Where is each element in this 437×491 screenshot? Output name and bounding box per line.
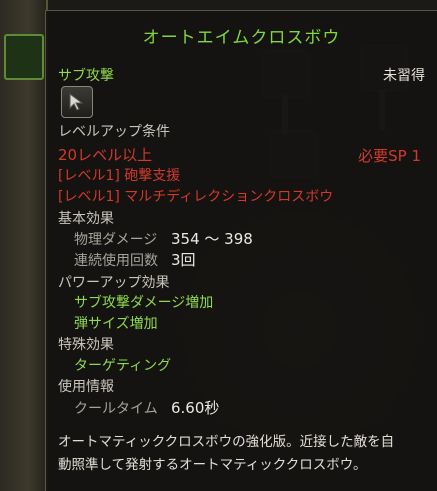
prerequisite-skill: [レベル1] 砲撃支援 xyxy=(58,168,181,184)
count-label: 連続使用回数 xyxy=(74,253,158,269)
description-line: オートマティッククロスボウの強化版。近接した敵を自 xyxy=(58,434,395,450)
skill-title: オートエイムクロスボウ xyxy=(142,28,341,48)
special-effect-header: 特殊効果 xyxy=(58,337,114,353)
cooldown-value: 6.60秒 xyxy=(171,399,220,417)
skill-description: オートマティッククロスボウの強化版。近接した敵を自 動照準して発射するオートマテ… xyxy=(58,431,428,477)
cooldown-label: クールタイム xyxy=(74,401,158,417)
skill-slot-icon[interactable] xyxy=(4,34,44,80)
prerequisite-skill: [レベル1] マルチディレクションクロスボウ xyxy=(58,189,334,205)
damage-value: 354 ～ 398 xyxy=(171,230,253,248)
description-line: 動照準して発射するオートマティッククロスボウ。 xyxy=(58,457,367,473)
special-effect-item: ターゲティング xyxy=(74,358,172,374)
crossbow-cursor-icon xyxy=(61,86,93,118)
levelup-header: レベルアップ条件 xyxy=(58,124,170,140)
learn-status: 未習得 xyxy=(383,68,425,84)
skill-tooltip: オートエイムクロスボウ サブ攻撃 未習得 レベルアップ条件 20レベル以上 必要… xyxy=(45,10,437,491)
required-sp: 必要SP 1 xyxy=(358,147,421,165)
powerup-header: パワーアップ効果 xyxy=(58,275,170,291)
level-requirement: 20レベル以上 xyxy=(58,146,153,164)
basic-effect-header: 基本効果 xyxy=(58,211,114,227)
usage-header: 使用情報 xyxy=(58,379,114,395)
damage-label: 物理ダメージ xyxy=(74,232,158,248)
count-value: 3回 xyxy=(171,251,196,269)
skill-type: サブ攻撃 xyxy=(58,68,114,84)
powerup-item: サブ攻撃ダメージ増加 xyxy=(74,295,214,311)
powerup-item: 弾サイズ増加 xyxy=(74,316,158,332)
